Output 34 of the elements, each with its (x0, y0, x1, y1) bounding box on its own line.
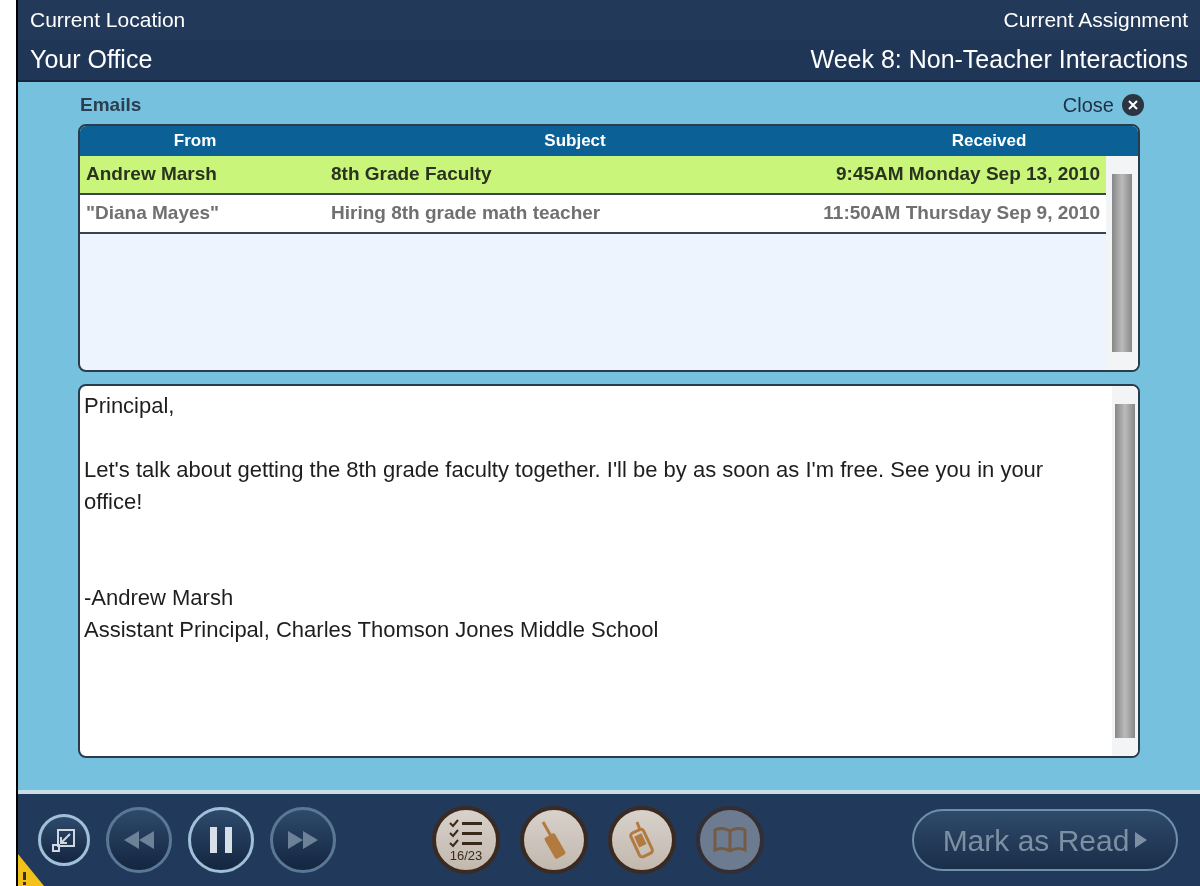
location-name: Your Office (30, 44, 153, 76)
email-row[interactable]: Andrew Marsh 8th Grade Faculty 9:45AM Monday Sep 13, 2010 (80, 156, 1106, 195)
sender-cell-text: "Diana Mayes" (86, 201, 221, 226)
checklist-icon (449, 818, 483, 849)
mobile-phone-icon (627, 820, 657, 860)
message-paragraph: Let's talk about getting the 8th grade faculty together. I'll be by as soon as I'm free. See you in your office! (84, 456, 1045, 516)
column-header[interactable]: From (80, 128, 310, 154)
subject-cell-text: 8th Grade Faculty (331, 162, 493, 187)
pause-icon (210, 827, 232, 853)
close-button[interactable]: Close (1062, 90, 1144, 120)
media-button[interactable] (38, 814, 90, 866)
warning-icon (18, 854, 44, 886)
play-arrow-icon (1135, 832, 1148, 848)
column-header[interactable]: Received (840, 128, 1138, 154)
fast-forward-icon (288, 831, 318, 849)
book-icon (713, 827, 747, 853)
message-greeting: Principal, (84, 392, 176, 420)
subject-cell-text: Hiring 8th grade math teacher (331, 201, 602, 226)
sender-cell-text: Andrew Marsh (86, 162, 218, 187)
message-signature: -Andrew Marsh Assistant Principal, Charles Thomson Jones Middle School (84, 584, 660, 644)
location-label: Current Location (30, 7, 186, 34)
tool-button[interactable]: 16/23 (432, 806, 500, 874)
received-cell-text: 11:50AM Thursday Sep 9, 2010 (822, 201, 1100, 226)
scrollbar[interactable] (1112, 386, 1138, 756)
close-icon (1122, 94, 1144, 116)
column-header[interactable]: Subject (310, 128, 840, 154)
rewind-icon (124, 831, 154, 849)
panel-title: Emails (80, 92, 142, 117)
resize-icon (51, 827, 77, 853)
received-cell-text: 9:45AM Monday Sep 13, 2010 (835, 162, 1100, 187)
assignment-name: Week 8: Non-Teacher Interactions (810, 44, 1188, 76)
scrollbar[interactable] (1106, 156, 1138, 370)
email-row[interactable]: "Diana Mayes" Hiring 8th grade math teacher 11:50AM Thursday Sep 9, 2010 (80, 195, 1106, 234)
assignment-label: Current Assignment (1003, 7, 1188, 34)
